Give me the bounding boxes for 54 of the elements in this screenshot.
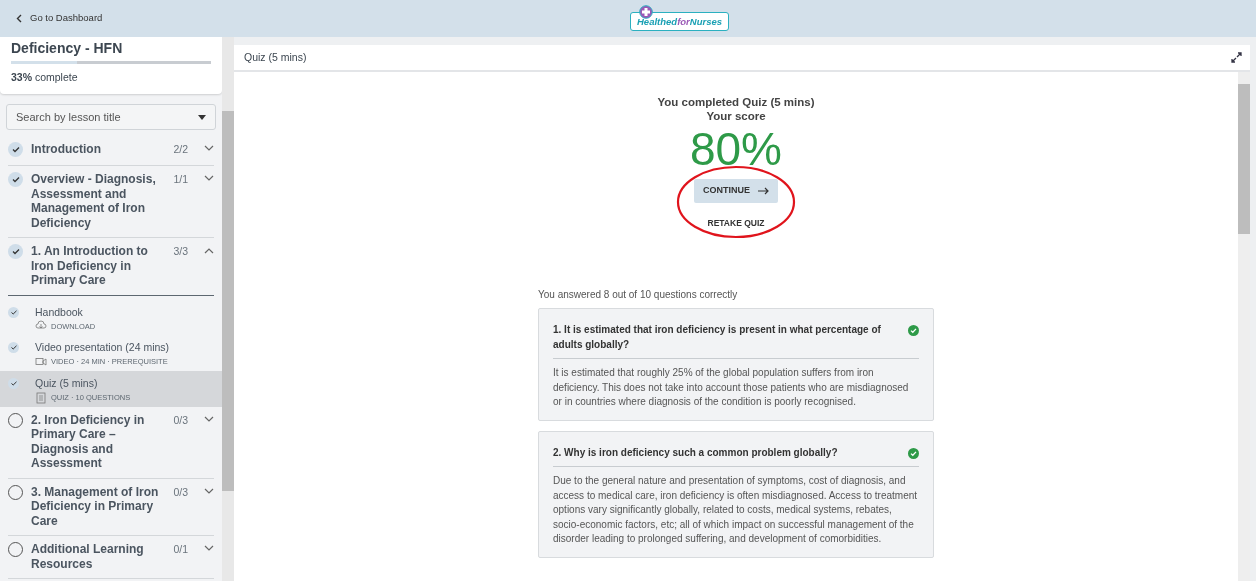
completion-text: You completed Quiz (5 mins) xyxy=(657,95,815,109)
answer-explanation: It is estimated that roughly 25% of the global population suffers from iron deficiency. This does not take into account those patients who are misdiagnosed or in countries where diagnosis of the condition is poorly recognised. xyxy=(553,366,910,410)
score-label: Your score xyxy=(706,109,766,123)
check-icon xyxy=(11,146,20,154)
expand-icon[interactable] xyxy=(1231,52,1242,63)
video-camera-icon xyxy=(35,356,47,368)
lesson-count: 0/3 xyxy=(173,484,188,500)
lesson-title: 3. Management of Iron Deficiency in Primary Care xyxy=(31,484,160,529)
back-link[interactable]: Go to Dashboard xyxy=(16,11,103,26)
lesson-count: 2/2 xyxy=(172,142,188,158)
document-icon xyxy=(35,391,47,404)
chevron-down-icon[interactable] xyxy=(204,545,214,553)
caret-icon xyxy=(198,114,206,120)
chevron-down-icon[interactable] xyxy=(204,175,214,182)
lesson-title: 2. Iron Deficiency in Primary Care – Diagnosis and Assessment xyxy=(31,412,146,471)
score-value: 80% xyxy=(689,123,783,175)
chevron-down-icon[interactable] xyxy=(204,145,214,153)
lesson-title: Additional Learning Resources xyxy=(31,542,145,572)
question-text: 1. It is estimated that iron deficiency is present in what percentage of adults globally? xyxy=(553,323,882,352)
step-title: Video presentation (24 mins) xyxy=(35,340,170,356)
scrollbar-thumb[interactable] xyxy=(1238,84,1250,234)
result-summary: You answered 8 out of 10 questions correctly xyxy=(538,288,739,303)
back-icon xyxy=(16,14,22,23)
check-icon xyxy=(11,248,20,255)
question-text: 2. Why is iron deficiency such a common problem globally? xyxy=(553,445,839,460)
chevron-down-icon[interactable] xyxy=(204,487,214,495)
lesson-count: 0/3 xyxy=(173,412,188,428)
panel-title: Quiz (5 mins) xyxy=(244,49,307,65)
lesson-item[interactable]: 2. Iron Deficiency in Primary Care – Diagnosis and Assessment 0/3 xyxy=(8,406,214,479)
search-dropdown[interactable]: Search by lesson title xyxy=(6,103,216,131)
check-icon xyxy=(11,176,20,183)
lesson-title: 1. An Introduction to Iron Deficiency in Primary Care xyxy=(31,244,149,288)
lesson-item[interactable]: Overview - Diagnosis, Assessment and Management of Iron Deficiency 1/1 xyxy=(8,166,214,238)
lesson-count: 3/3 xyxy=(173,244,188,259)
arrow-right-icon xyxy=(758,186,769,195)
chevron-up-icon[interactable] xyxy=(204,247,214,254)
lesson-title: Overview - Diagnosis, Assessment and Management of Iron Deficiency xyxy=(31,172,157,230)
lesson-item[interactable]: 1. An Introduction to Iron Deficiency in Primary Care 3/3 xyxy=(8,238,214,296)
course-title: Deficiency - HFN xyxy=(11,40,124,56)
retake-quiz-button[interactable]: RETAKE QUIZ xyxy=(707,216,765,230)
lesson-title: Introduction xyxy=(31,142,102,157)
chevron-down-icon[interactable] xyxy=(204,415,214,423)
continue-button[interactable]: CONTINUE xyxy=(694,179,778,203)
lesson-count: 1/1 xyxy=(173,172,188,187)
lesson-item[interactable]: Additional Learning Resources 0/1 xyxy=(8,536,214,580)
cross-icon xyxy=(639,5,653,19)
step-title: Handbook xyxy=(35,304,84,320)
lesson-count: 0/1 xyxy=(172,542,188,558)
progress-label: 33% complete xyxy=(11,70,79,85)
lesson-item[interactable]: Introduction 2/2 xyxy=(8,136,214,166)
answer-explanation: Due to the general nature and presentation of symptoms, cost of diagnosis, and access to medical care, iron deficiency is often misdiagnosed. Access to treatment options vary significantly globally, related to costs, medical systems, rebates, socio-economic factors, etc; all of which impact on successful management of the disorder leading to prolonged suffering, and development of comorbidities. xyxy=(553,474,919,547)
scrollbar-thumb[interactable] xyxy=(222,111,234,491)
step-title: Quiz (5 mins) xyxy=(35,376,99,391)
lesson-item[interactable]: 3. Management of Iron Deficiency in Primary Care 0/3 xyxy=(8,478,214,537)
